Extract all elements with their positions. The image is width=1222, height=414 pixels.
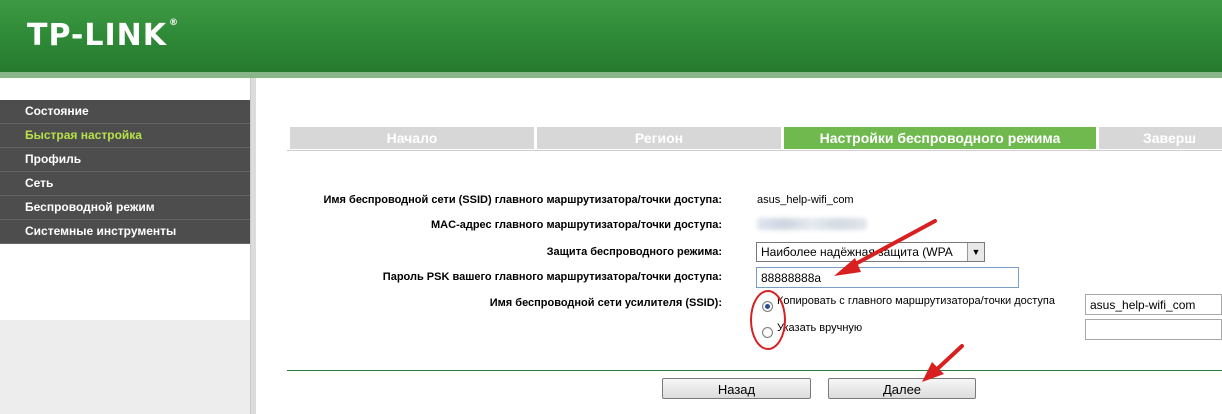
- annotation-circle: [750, 290, 786, 350]
- sidebar-item-status[interactable]: Состояние: [0, 100, 250, 124]
- header: TP-LINK ®: [0, 0, 1222, 72]
- psk-label: Пароль PSK вашего главного маршрутизатор…: [382, 271, 722, 283]
- annotation-arrow-next: [922, 344, 964, 382]
- chevron-down-icon[interactable]: ▼: [967, 243, 984, 261]
- sidebar-item-system-tools[interactable]: Системные инструменты: [0, 220, 250, 244]
- steps-divider: [287, 150, 1222, 151]
- ssid-value: asus_help-wifi_com: [757, 194, 854, 206]
- wizard-steps: Начало Регион Настройки беспроводного ре…: [290, 127, 1222, 149]
- sidebar: Состояние Быстрая настройка Профиль Сеть…: [0, 78, 256, 414]
- sidebar-item-quick-setup[interactable]: Быстрая настройка: [0, 124, 250, 148]
- radio-copy-label: Копировать с главного маршрутизатора/точ…: [777, 295, 1055, 307]
- manual-ssid-input[interactable]: [1085, 319, 1222, 340]
- step-wireless-settings: Настройки беспроводного режима: [784, 127, 1096, 149]
- form-bottom-divider: [287, 370, 1222, 371]
- security-label: Защита беспроводного режима:: [546, 246, 722, 258]
- sidebar-background: [0, 320, 250, 414]
- sidebar-item-wireless[interactable]: Беспроводной режим: [0, 196, 250, 220]
- sidebar-item-profile[interactable]: Профиль: [0, 148, 250, 172]
- step-region: Регион: [537, 127, 781, 149]
- step-start: Начало: [290, 127, 534, 149]
- back-button[interactable]: Назад: [662, 378, 811, 399]
- next-button[interactable]: Далее: [828, 378, 976, 399]
- security-select[interactable]: Наиболее надёжная защита (WPA ▼: [756, 242, 985, 262]
- mac-label: MAC-адрес главного маршрутизатора/точки …: [431, 219, 722, 231]
- sidebar-item-network[interactable]: Сеть: [0, 172, 250, 196]
- step-finish: Заверш: [1099, 127, 1222, 149]
- tp-link-logo: TP-LINK ®: [27, 18, 180, 53]
- extender-ssid-label: Имя беспроводной сети усилителя (SSID):: [489, 297, 722, 309]
- sidebar-menu: Состояние Быстрая настройка Профиль Сеть…: [0, 100, 250, 244]
- psk-input[interactable]: [756, 267, 1019, 288]
- ssid-label: Имя беспроводной сети (SSID) главного ма…: [323, 194, 723, 206]
- mac-value-blurred: [757, 218, 867, 230]
- radio-manual-label: Указать вручную: [777, 322, 863, 334]
- copy-ssid-input[interactable]: [1085, 294, 1222, 315]
- sidebar-border: [250, 78, 256, 414]
